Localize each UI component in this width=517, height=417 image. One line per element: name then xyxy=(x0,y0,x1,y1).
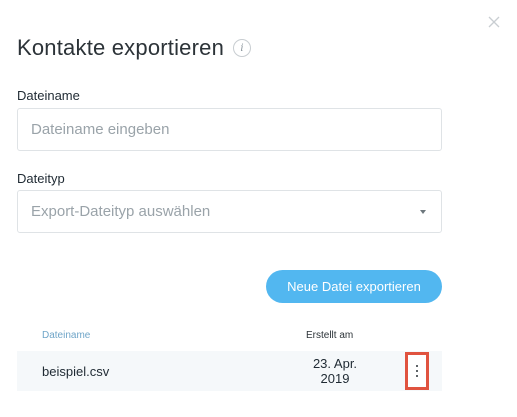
export-contacts-dialog: Kontakte exportieren i Dateiname Dateity… xyxy=(0,0,517,417)
dialog-title: Kontakte exportieren xyxy=(17,35,225,60)
filetype-placeholder: Export-Dateityp auswählen xyxy=(31,203,211,220)
more-vertical-icon-dot xyxy=(416,370,418,372)
created-date-cell: 23. Apr. 2019 xyxy=(312,356,358,386)
filetype-select[interactable]: Export-Dateityp auswählen xyxy=(17,190,442,233)
column-header-filename: Dateiname xyxy=(42,330,91,341)
more-vertical-icon-dot xyxy=(416,375,418,377)
filename-input[interactable] xyxy=(17,108,442,151)
info-icon[interactable]: i xyxy=(233,39,252,57)
filetype-label: Dateityp xyxy=(17,171,65,186)
chevron-down-icon xyxy=(420,210,426,214)
dialog-header: Kontakte exportieren i xyxy=(17,34,252,62)
row-menu-button[interactable] xyxy=(405,352,429,390)
export-new-file-button[interactable]: Neue Datei exportieren xyxy=(266,270,442,303)
column-header-created: Erstellt am xyxy=(306,330,354,341)
file-name-cell: beispiel.csv xyxy=(42,364,110,379)
filename-label: Dateiname xyxy=(17,88,80,103)
table-row: beispiel.csv 23. Apr. 2019 xyxy=(17,351,442,391)
close-button[interactable] xyxy=(486,14,502,30)
close-icon xyxy=(488,16,500,28)
more-vertical-icon xyxy=(416,365,418,367)
